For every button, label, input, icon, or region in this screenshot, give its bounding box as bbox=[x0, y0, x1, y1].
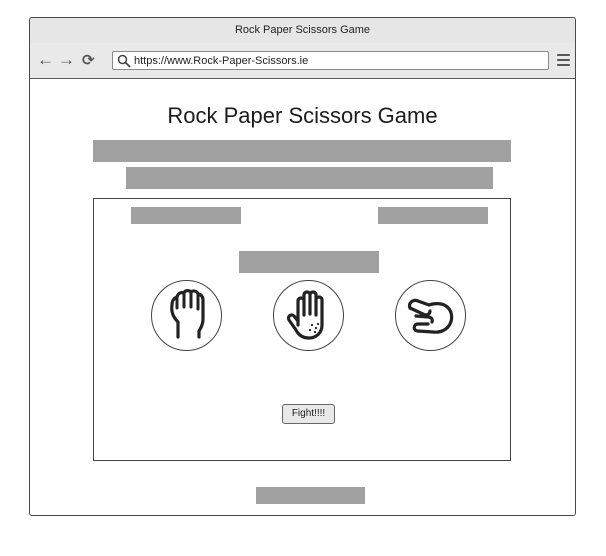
search-icon bbox=[117, 54, 131, 68]
browser-toolbar: ← → ⟳ https://www.Rock-Paper-Scissors.ie bbox=[30, 43, 575, 79]
footer-placeholder bbox=[256, 487, 365, 504]
reload-icon[interactable]: ⟳ bbox=[82, 52, 95, 70]
result-placeholder bbox=[239, 251, 379, 273]
player-score-placeholder bbox=[131, 207, 241, 224]
placeholder-bar-2 bbox=[126, 167, 493, 189]
url-text[interactable]: https://www.Rock-Paper-Scissors.ie bbox=[134, 52, 308, 70]
rock-fist-icon bbox=[170, 289, 205, 339]
address-bar[interactable]: https://www.Rock-Paper-Scissors.ie bbox=[112, 51, 549, 70]
scissors-hand-icon bbox=[407, 298, 454, 334]
scissors-button[interactable] bbox=[395, 280, 466, 351]
game-area: Fight!!!! bbox=[93, 198, 511, 461]
fight-button[interactable]: Fight!!!! bbox=[282, 404, 335, 424]
rock-button[interactable] bbox=[151, 280, 222, 351]
browser-window: Rock Paper Scissors Game ← → ⟳ https://w… bbox=[29, 17, 576, 516]
computer-score-placeholder bbox=[378, 207, 488, 224]
paper-button[interactable] bbox=[273, 280, 344, 351]
hamburger-menu-icon[interactable] bbox=[557, 54, 570, 69]
placeholder-bar-1 bbox=[93, 140, 511, 162]
paper-hand-icon bbox=[286, 290, 324, 340]
page-title: Rock Paper Scissors Game bbox=[167, 103, 438, 128]
forward-arrow-icon[interactable]: → bbox=[58, 51, 75, 69]
back-arrow-icon[interactable]: ← bbox=[37, 51, 54, 69]
window-title: Rock Paper Scissors Game bbox=[30, 18, 575, 44]
page-content: Rock Paper Scissors Game Fight!!!! bbox=[30, 79, 575, 515]
